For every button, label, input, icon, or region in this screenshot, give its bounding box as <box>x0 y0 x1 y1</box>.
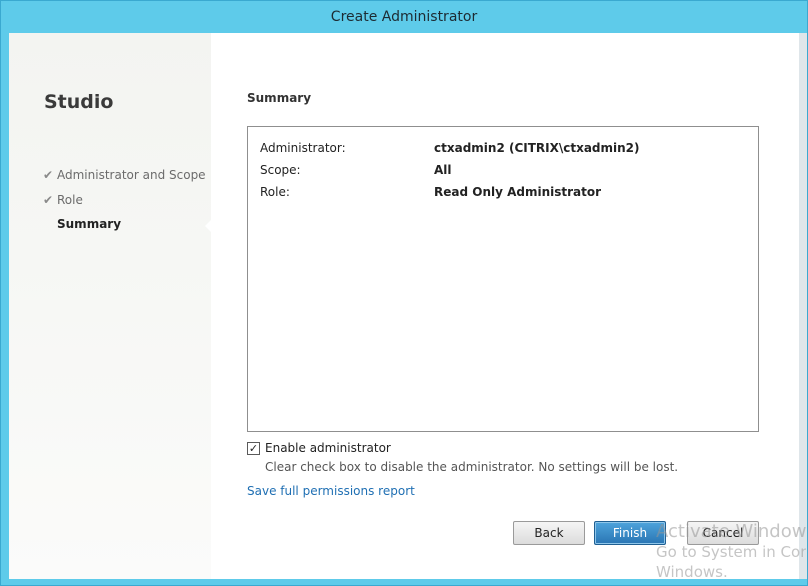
enable-administrator-hint: Clear check box to disable the administr… <box>265 460 679 474</box>
summary-key: Scope: <box>260 163 301 177</box>
checkmark-icon: ✔ <box>43 193 54 207</box>
window-title: Create Administrator <box>330 9 478 25</box>
finish-button[interactable]: Finish <box>594 521 666 545</box>
step-label: Summary <box>57 217 122 231</box>
cancel-button[interactable]: Cancel <box>687 521 759 545</box>
summary-key: Role: <box>260 185 290 199</box>
wizard-sidebar: Studio ✔ Administrator and Scope ✔ Role Su… <box>9 33 213 579</box>
step-label: Role <box>57 193 83 207</box>
step-administrator-and-scope[interactable]: ✔ Administrator and Scope <box>43 168 206 182</box>
studio-brand: Studio <box>44 91 114 113</box>
summary-value: Read Only Administrator <box>434 185 602 199</box>
summary-value: All <box>434 163 452 177</box>
summary-box: Administrator: ctxadmin2 (CITRIX\ctxadmi… <box>247 126 759 432</box>
section-title: Summary <box>247 91 312 105</box>
summary-value: ctxadmin2 (CITRIX\ctxadmin2) <box>434 141 640 155</box>
wizard-client: Studio ✔ Administrator and Scope ✔ Role Su… <box>9 33 799 579</box>
save-permissions-report-link[interactable]: Save full permissions report <box>247 484 415 498</box>
step-label: Administrator and Scope <box>57 168 206 182</box>
enable-administrator-label[interactable]: Enable administrator <box>265 441 391 455</box>
step-summary[interactable]: Summary <box>43 217 121 231</box>
back-button[interactable]: Back <box>513 521 585 545</box>
create-administrator-window: Create Administrator Studio ✔ Administrat… <box>0 0 808 586</box>
step-role[interactable]: ✔ Role <box>43 193 83 207</box>
enable-administrator-checkbox[interactable]: ✓ <box>247 442 260 455</box>
background-window-edge <box>799 33 807 579</box>
wizard-content: Summary Administrator: ctxadmin2 (CITRIX… <box>211 33 799 579</box>
summary-key: Administrator: <box>260 141 346 155</box>
checkmark-icon: ✔ <box>43 168 54 182</box>
